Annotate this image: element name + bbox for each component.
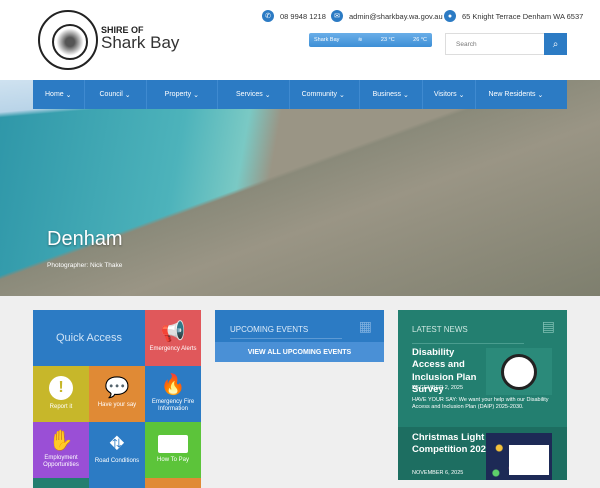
fire-icon: 🔥 — [160, 373, 186, 396]
nav-new-residents[interactable]: New Residents ⌄ — [476, 80, 555, 109]
tile-how-to-pay[interactable]: How To Pay — [145, 422, 201, 478]
news-thumbnail[interactable] — [486, 433, 552, 480]
news-thumbnail[interactable] — [486, 348, 552, 395]
tile-road-conditions[interactable]: ⛖ Road Conditions — [89, 422, 145, 478]
divider — [230, 338, 342, 339]
events-title: UPCOMING EVENTS — [230, 325, 309, 334]
tile-emergency-alerts[interactable]: 📢 Emergency Alerts — [145, 310, 201, 366]
chat-icon: 💬 — [104, 377, 130, 400]
brand-name[interactable]: Shark Bay — [101, 33, 179, 53]
email-contact[interactable]: ✉ admin@sharkbay.wa.gov.au — [331, 10, 443, 22]
address: 65 Knight Terrace Denham WA 6537 — [462, 11, 584, 21]
phone-contact[interactable]: ✆ 08 9948 1218 — [262, 10, 326, 22]
news-item[interactable]: Disability Access and Inclusion Plan Sur… — [398, 310, 567, 427]
view-all-events-button[interactable]: VIEW ALL UPCOMING EVENTS — [215, 342, 384, 362]
megaphone-icon: 📢 — [160, 321, 186, 344]
weather-temp-high: 26 °C — [413, 37, 427, 43]
news-item-date: NOVEMBER 6, 2025 — [412, 470, 464, 476]
email-icon: ✉ — [331, 10, 343, 22]
nav-council[interactable]: Council ⌄ — [85, 80, 147, 109]
hand-icon: ✋ — [48, 429, 74, 452]
nav-visitors[interactable]: Visitors ⌄ — [423, 80, 477, 109]
latest-news-panel: LATEST NEWS ▤ Disability Access and Incl… — [398, 310, 567, 480]
credit-card-icon — [158, 435, 188, 454]
news-item-excerpt: HAVE YOUR SAY: We want your help with ou… — [412, 397, 549, 411]
search-input[interactable]: Search — [445, 33, 545, 55]
nav-property[interactable]: Property ⌄ — [147, 80, 218, 109]
phone-number: 08 9948 1218 — [280, 11, 326, 21]
news-item[interactable]: Christmas Light Competition 2025 NOVEMBE… — [398, 427, 567, 480]
weather-widget[interactable]: Shark Bay ≋ 23 °C 26 °C — [309, 33, 432, 47]
main-nav: Home ⌄ Council ⌄ Property ⌄ Services ⌄ C… — [33, 80, 567, 109]
email-address: admin@sharkbay.wa.gov.au — [349, 11, 443, 21]
location-icon: ● — [444, 10, 456, 22]
wind-icon: ≋ — [357, 37, 363, 43]
nav-business[interactable]: Business ⌄ — [360, 80, 423, 109]
nav-community[interactable]: Community ⌄ — [290, 80, 360, 109]
weather-location: Shark Bay — [314, 37, 340, 43]
shire-logo[interactable] — [38, 10, 98, 70]
address-contact: ● 65 Knight Terrace Denham WA 6537 — [444, 10, 583, 22]
tile-have-your-say[interactable]: 💬 Have your say — [89, 366, 145, 422]
nav-home[interactable]: Home ⌄ — [33, 80, 85, 109]
tile-report-it[interactable]: ! Report it — [33, 366, 89, 422]
hero-credit: Photographer: Nick Thake — [47, 262, 123, 269]
search-button[interactable]: ⌕ — [544, 33, 567, 55]
quick-access-grid: Quick Access 📢 Emergency Alerts ! Report i… — [33, 310, 201, 488]
road-icon: ⛖ — [109, 433, 125, 456]
news-item-date: DECEMBER 2, 2025 — [412, 385, 464, 391]
news-item-title[interactable]: Christmas Light Competition 2025 — [412, 432, 492, 455]
calendar-icon: ▦ — [358, 318, 372, 334]
phone-icon: ✆ — [262, 10, 274, 22]
nav-services[interactable]: Services ⌄ — [218, 80, 290, 109]
search-icon: ⌕ — [552, 38, 559, 50]
tile-employment[interactable]: ✋ Employment Opportunities — [33, 422, 89, 478]
weather-temp-low: 23 °C — [380, 37, 395, 43]
tile-emergency-fire[interactable]: 🔥 Emergency Fire Information — [145, 366, 201, 422]
hero-title: Denham — [47, 228, 123, 250]
upcoming-events-panel: UPCOMING EVENTS ▦ VIEW ALL UPCOMING EVEN… — [215, 310, 384, 362]
quick-access-title: Quick Access — [33, 310, 145, 366]
alert-icon: ! — [49, 376, 73, 401]
